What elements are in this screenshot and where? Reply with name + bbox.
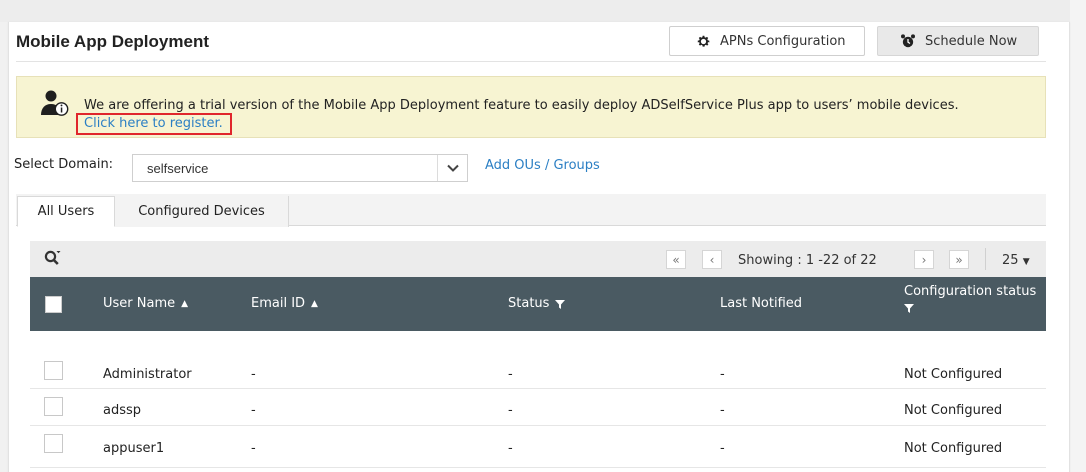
apns-configuration-label: APNs Configuration: [720, 33, 846, 49]
table-row[interactable]: Administrator - - - Not Configured: [30, 351, 1046, 389]
column-status-label: Status: [508, 296, 550, 311]
cell-email-id: -: [251, 403, 256, 418]
table-row[interactable]: appuser1 - - - Not Configured: [30, 426, 1046, 468]
column-email-id-label: Email ID: [251, 296, 306, 311]
rows-per-page-select[interactable]: 25 ▼: [1002, 253, 1030, 268]
column-email-id[interactable]: Email ID ▲: [251, 296, 318, 311]
cell-last-notified: -: [720, 367, 725, 382]
cell-user-name: adssp: [103, 403, 142, 418]
column-user-name-label: User Name: [103, 296, 176, 311]
column-configuration-status-label: Configuration status: [904, 284, 1037, 299]
cell-user-name: Administrator: [103, 367, 192, 382]
rows-per-page-value: 25: [1002, 253, 1019, 268]
sort-asc-icon: ▲: [181, 298, 189, 309]
page-title: Mobile App Deployment: [16, 32, 209, 51]
pagination-status: Showing : 1 -22 of 22: [738, 253, 877, 268]
search-filter-icon[interactable]: [44, 250, 62, 266]
select-domain-label: Select Domain:: [14, 157, 114, 172]
trial-info-banner: We are offering a trial version of the M…: [16, 76, 1046, 138]
cell-email-id: -: [251, 367, 256, 382]
cell-configuration-status: Not Configured: [904, 367, 1003, 382]
grid-toolbar: « ‹ Showing : 1 -22 of 22 › » 25 ▼: [30, 241, 1046, 277]
schedule-now-label: Schedule Now: [925, 33, 1018, 49]
filter-icon[interactable]: [904, 303, 914, 313]
next-page-icon[interactable]: ›: [914, 250, 934, 269]
caret-down-icon: ▼: [1022, 257, 1030, 267]
register-link[interactable]: Click here to register.: [76, 113, 232, 135]
tab-configured-devices[interactable]: Configured Devices: [115, 196, 289, 227]
tab-all-users[interactable]: All Users: [17, 196, 115, 227]
first-page-icon[interactable]: «: [666, 250, 686, 269]
filter-icon[interactable]: [555, 299, 566, 309]
row-checkbox[interactable]: [44, 397, 63, 416]
column-configuration-status[interactable]: Configuration status: [904, 284, 1036, 313]
column-last-notified[interactable]: Last Notified: [720, 296, 802, 311]
cell-status: -: [508, 403, 513, 418]
cell-configuration-status: Not Configured: [904, 403, 1003, 418]
row-checkbox[interactable]: [44, 361, 63, 380]
column-status[interactable]: Status: [508, 296, 566, 311]
gear-icon: [697, 35, 710, 47]
domain-select[interactable]: selfservice: [132, 154, 468, 182]
chevron-down-icon[interactable]: [437, 155, 467, 181]
schedule-now-button[interactable]: Schedule Now: [877, 26, 1039, 56]
cell-user-name: appuser1: [103, 441, 165, 456]
column-user-name[interactable]: User Name ▲: [103, 296, 188, 311]
trial-message: We are offering a trial version of the M…: [84, 98, 959, 113]
sort-asc-icon: ▲: [311, 298, 318, 309]
row-checkbox[interactable]: [44, 434, 63, 453]
table-header: User Name ▲ Email ID ▲ Status Last Notif…: [30, 277, 1046, 331]
cell-last-notified: -: [720, 403, 725, 418]
previous-page-icon[interactable]: ‹: [702, 250, 722, 269]
user-info-icon: [41, 90, 69, 116]
cell-status: -: [508, 441, 513, 456]
last-page-icon[interactable]: »: [949, 250, 969, 269]
pagination-divider: [985, 248, 986, 270]
alarm-clock-icon: [901, 34, 915, 48]
table-row[interactable]: adssp - - - Not Configured: [30, 389, 1046, 426]
add-ous-groups-link[interactable]: Add OUs / Groups: [485, 158, 600, 173]
column-last-notified-label: Last Notified: [720, 296, 803, 311]
cell-email-id: -: [251, 441, 256, 456]
title-divider: [16, 61, 1046, 62]
domain-selected-value: selfservice: [147, 160, 209, 176]
cell-last-notified: -: [720, 441, 725, 456]
cell-configuration-status: Not Configured: [904, 441, 1003, 456]
cell-status: -: [508, 367, 513, 382]
right-gutter: [1070, 0, 1086, 472]
select-all-checkbox[interactable]: [45, 296, 62, 313]
top-strip: [0, 0, 1086, 22]
apns-configuration-button[interactable]: APNs Configuration: [669, 26, 865, 56]
